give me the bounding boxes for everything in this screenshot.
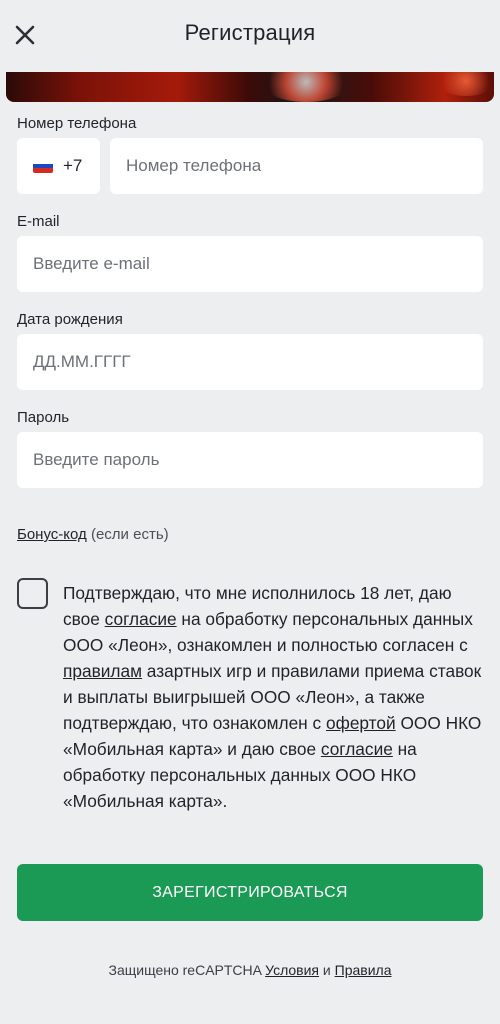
birthdate-input[interactable] bbox=[33, 352, 483, 372]
password-field[interactable] bbox=[17, 432, 483, 488]
rules-link[interactable]: правилам bbox=[63, 661, 142, 681]
email-label: E-mail bbox=[17, 213, 60, 230]
banner-glow-secondary bbox=[436, 72, 494, 96]
birthdate-label: Дата рождения bbox=[17, 311, 123, 328]
bonus-code-note: (если есть) bbox=[86, 526, 169, 543]
rules-link-footer[interactable]: Правила bbox=[335, 962, 392, 978]
email-input[interactable] bbox=[33, 254, 483, 274]
bonus-code-row: Бонус-код (если есть) bbox=[17, 526, 169, 543]
birthdate-field[interactable] bbox=[17, 334, 483, 390]
consent-text: Подтверждаю, что мне исполнилось 18 лет,… bbox=[63, 580, 485, 814]
consent-link-nko[interactable]: согласие bbox=[321, 739, 393, 759]
country-code-selector[interactable]: +7 bbox=[17, 138, 100, 194]
recaptcha-text: Защищено reCAPTCHA bbox=[108, 962, 266, 978]
phone-label: Номер телефона bbox=[17, 115, 137, 132]
terms-link[interactable]: Условия bbox=[265, 962, 319, 978]
password-label: Пароль bbox=[17, 409, 70, 426]
phone-field[interactable] bbox=[110, 138, 483, 194]
footer-and: и bbox=[319, 962, 335, 978]
consent-link[interactable]: согласие bbox=[105, 609, 177, 629]
offer-link[interactable]: офертой bbox=[326, 713, 396, 733]
header: Регистрация bbox=[0, 0, 500, 70]
register-button[interactable]: ЗАРЕГИСТРИРОВАТЬСЯ bbox=[17, 864, 483, 921]
recaptcha-footer: Защищено reCAPTCHA Условия и Правила bbox=[0, 962, 500, 978]
page-title: Регистрация bbox=[184, 20, 316, 45]
email-field[interactable] bbox=[17, 236, 483, 292]
password-input[interactable] bbox=[33, 450, 483, 470]
consent-checkbox[interactable] bbox=[17, 578, 48, 609]
country-code: +7 bbox=[63, 156, 83, 175]
promo-banner[interactable] bbox=[6, 72, 494, 102]
banner-glow bbox=[261, 72, 351, 102]
russia-flag-icon bbox=[33, 159, 53, 173]
bonus-code-link[interactable]: Бонус-код bbox=[17, 526, 87, 543]
phone-input[interactable] bbox=[126, 156, 483, 176]
